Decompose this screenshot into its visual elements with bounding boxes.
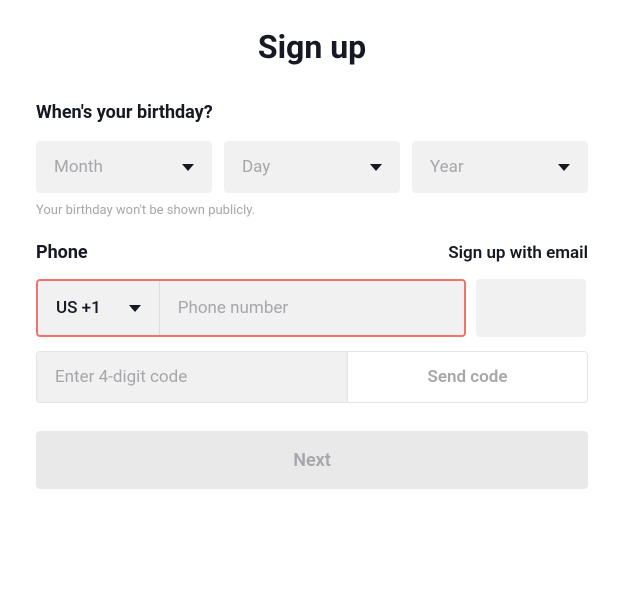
next-button[interactable]: Next — [36, 431, 588, 489]
birthday-label: When's your birthday? — [36, 102, 588, 123]
day-select[interactable]: Day — [224, 141, 400, 193]
birthday-row: Month Day Year — [36, 141, 588, 193]
day-placeholder: Day — [242, 157, 270, 177]
month-select[interactable]: Month — [36, 141, 212, 193]
phone-input-wrap: US +1 — [36, 279, 466, 337]
phone-row: US +1 — [36, 279, 588, 337]
chevron-down-icon — [558, 164, 570, 171]
verification-code-input[interactable] — [37, 352, 347, 402]
chevron-down-icon — [370, 164, 382, 171]
phone-header: Phone Sign up with email — [36, 242, 588, 263]
page-title: Sign up — [36, 28, 588, 66]
code-row: Send code — [36, 351, 588, 403]
phone-label: Phone — [36, 242, 88, 263]
country-code-select[interactable]: US +1 — [38, 281, 160, 335]
signup-with-email-link[interactable]: Sign up with email — [448, 243, 588, 263]
phone-side-box[interactable] — [476, 279, 586, 337]
year-select[interactable]: Year — [412, 141, 588, 193]
month-placeholder: Month — [54, 157, 103, 177]
chevron-down-icon — [129, 305, 141, 312]
year-placeholder: Year — [430, 157, 464, 177]
country-code-text: US +1 — [56, 298, 101, 318]
send-code-button[interactable]: Send code — [347, 352, 587, 402]
phone-number-input[interactable] — [160, 281, 464, 335]
birthday-hint: Your birthday won't be shown publicly. — [36, 203, 588, 218]
chevron-down-icon — [182, 164, 194, 171]
